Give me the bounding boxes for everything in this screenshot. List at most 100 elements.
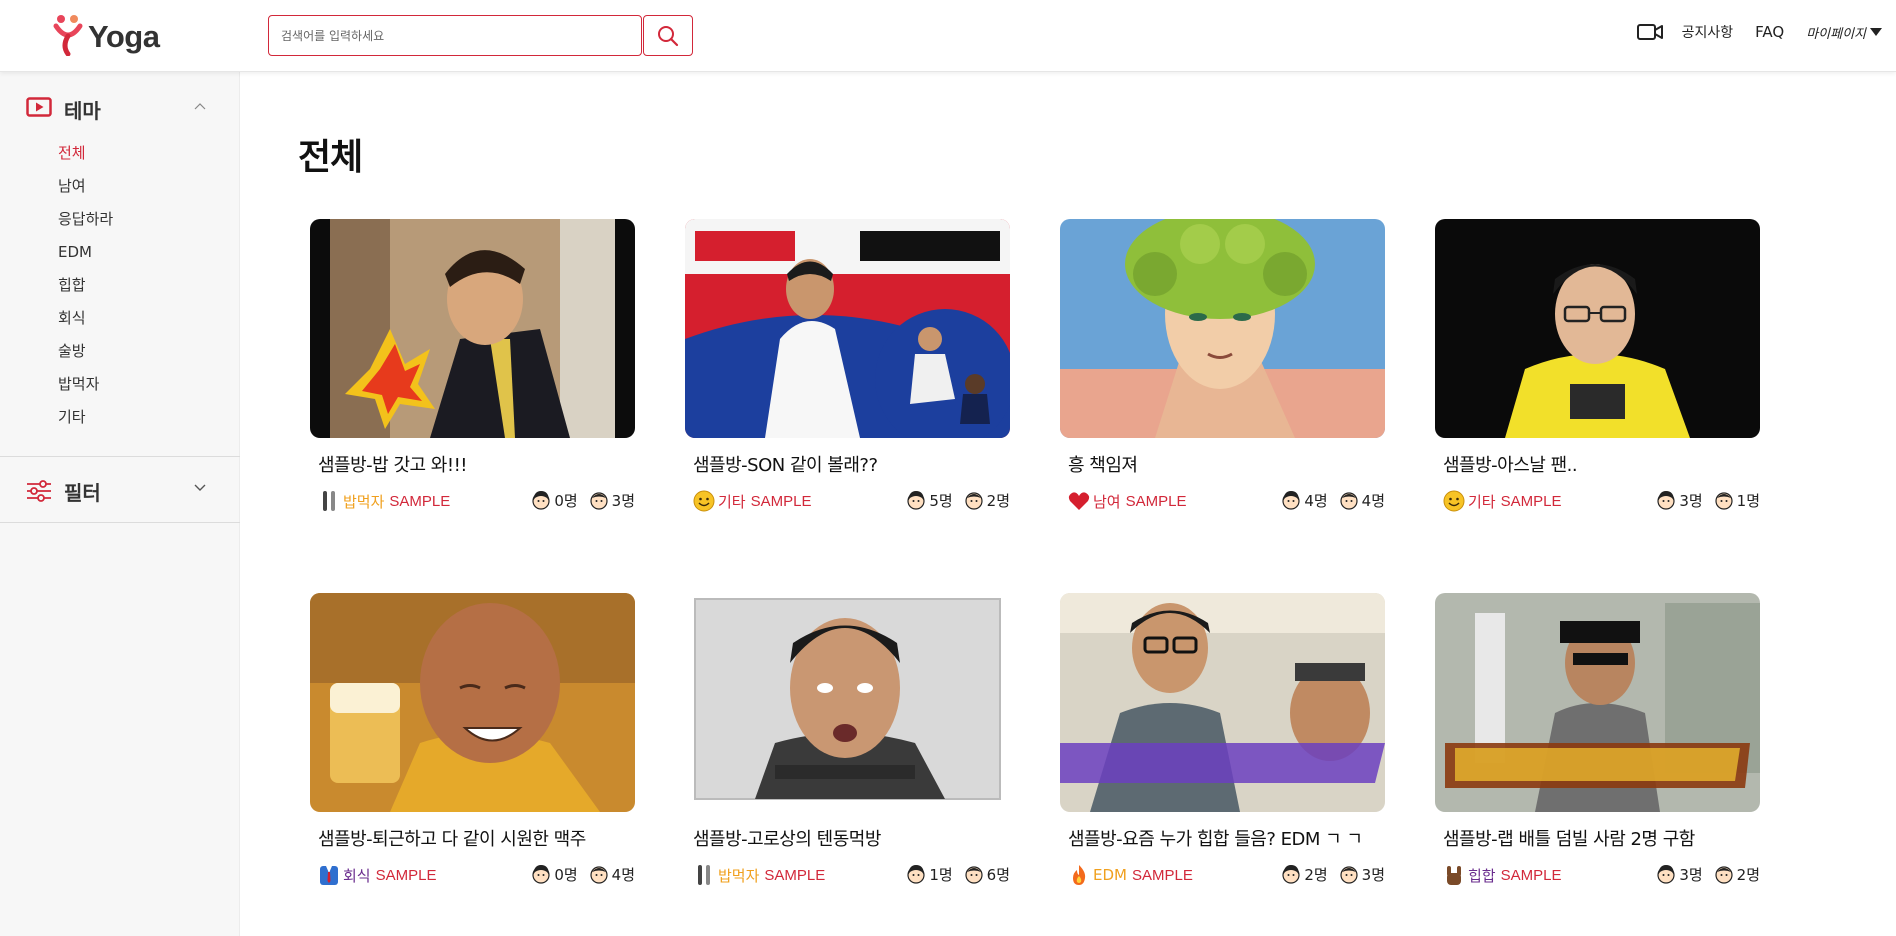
fire-icon [1068,864,1090,886]
rock-hand-icon [1443,864,1465,886]
search-button[interactable] [643,15,693,56]
theme-item-eat[interactable]: 밥먹자 [58,375,113,408]
member-counts: 1명 6명 [905,863,1010,885]
member-counts: 4명 4명 [1280,489,1385,511]
sidebar-divider [0,456,240,457]
nav-faq-link[interactable]: FAQ [1755,23,1784,41]
room-thumbnail [685,593,1010,812]
room-title: 샘플방-고로상의 텐동먹방 [693,829,881,850]
female-face-icon [532,865,550,884]
room-title: 샘플방-요즘 누가 힙합 들음? EDM ㄱ ㄱ [1068,829,1363,850]
room-meta: 밥먹자 SAMPLE 0명 3명 [318,489,635,513]
theme-section-toggle[interactable]: 테마 [0,78,240,138]
nav-mypage-label: 마이페이지 [1806,26,1866,42]
member-counts: 0명 3명 [530,489,635,511]
sample-label: SAMPLE [1500,492,1562,510]
room-card[interactable]: 흥 책임져 남여 SAMPLE 4명 4명 [1060,219,1385,519]
male-count: 2명 [1736,865,1760,884]
search-icon [658,25,679,46]
top-nav: 공지사항 FAQ 마이페이지 [1636,22,1882,42]
room-thumbnail [1435,593,1760,812]
theme-item-edm[interactable]: EDM [58,243,113,276]
male-face-icon [590,492,608,510]
male-face-icon [1715,866,1733,884]
room-title: 흥 책임져 [1068,455,1138,476]
member-counts: 5명 2명 [905,489,1010,511]
room-thumbnail [685,219,1010,438]
search-input[interactable] [268,15,642,56]
room-meta: 힙합 SAMPLE 3명 2명 [1443,863,1760,887]
theme-list: 전체 남여 응답하라 EDM 힙합 회식 술방 밥먹자 기타 [58,144,113,441]
utensils-icon [693,864,715,886]
room-category: 남여 [1093,492,1121,511]
female-face-icon [1282,491,1300,510]
utensils-icon [318,490,340,512]
male-face-icon [965,866,983,884]
theme-item-etc[interactable]: 기타 [58,408,113,441]
male-face-icon [1340,492,1358,510]
theme-item-hoesik[interactable]: 회식 [58,309,113,342]
sidebar: 테마 전체 남여 응답하라 EDM 힙합 회식 술방 밥먹자 기타 필터 [0,72,240,936]
female-face-icon [1657,865,1675,884]
room-meta: 밥먹자 SAMPLE 1명 6명 [693,863,1010,887]
room-card[interactable]: 샘플방-SON 같이 볼래?? 기타 SAMPLE 5명 2명 [685,219,1010,519]
female-face-icon [907,491,925,510]
room-thumbnail [1435,219,1760,438]
male-face-icon [965,492,983,510]
female-count: 3명 [1679,491,1703,510]
theme-item-all[interactable]: 전체 [58,144,113,177]
sample-label: SAMPLE [750,492,812,510]
room-meta: 남여 SAMPLE 4명 4명 [1068,489,1385,513]
male-face-icon [1340,866,1358,884]
nav-mypage-dropdown[interactable]: 마이페이지 [1806,23,1882,42]
room-title: 샘플방-SON 같이 볼래?? [693,455,878,476]
room-category: 힙합 [1468,866,1496,885]
room-card[interactable]: 샘플방-고로상의 텐동먹방 밥먹자 SAMPLE 1명 6명 [685,593,1010,893]
sliders-icon [27,480,51,502]
room-title: 샘플방-밥 갓고 와!!! [318,455,468,476]
room-title: 샘플방-퇴근하고 다 같이 시원한 맥주 [318,829,586,850]
room-card[interactable]: 샘플방-퇴근하고 다 같이 시원한 맥주 회식 SAMPLE 0명 4명 [310,593,635,893]
male-count: 3명 [1361,865,1385,884]
theme-item-namyeo[interactable]: 남여 [58,177,113,210]
sample-label: SAMPLE [389,492,451,510]
room-thumbnail [310,219,635,438]
theme-item-reply[interactable]: 응답하라 [58,210,113,243]
room-title: 샘플방-랩 배틀 덤빌 사람 2명 구함 [1443,829,1695,850]
room-category: EDM [1093,866,1127,884]
suit-icon [318,864,340,886]
member-counts: 0명 4명 [530,863,635,885]
sidebar-divider [0,522,240,523]
filter-section-toggle[interactable]: 필터 [0,460,240,520]
nav-notice-link[interactable]: 공지사항 [1682,22,1734,42]
room-title: 샘플방-아스날 팬.. [1443,455,1578,476]
room-thumbnail [1060,593,1385,812]
room-category: 회식 [343,866,371,885]
member-counts: 3명 2명 [1655,863,1760,885]
female-face-icon [532,491,550,510]
chevron-down-icon [194,484,206,491]
logo[interactable]: Yoga [52,14,160,56]
caret-down-icon [1870,28,1882,36]
male-count: 6명 [986,865,1010,884]
chevron-up-icon [194,103,206,110]
room-thumbnail [1060,219,1385,438]
heart-icon [1068,490,1090,512]
female-count: 3명 [1679,865,1703,884]
theme-item-hiphop[interactable]: 힙합 [58,276,113,309]
sample-label: SAMPLE [764,866,826,884]
room-card[interactable]: 샘플방-아스날 팬.. 기타 SAMPLE 3명 1명 [1435,219,1760,519]
male-count: 4명 [611,865,635,884]
female-face-icon [907,865,925,884]
male-face-icon [1715,492,1733,510]
video-camera-icon[interactable] [1636,22,1664,42]
room-card[interactable]: 샘플방-요즘 누가 힙합 들음? EDM ㄱ ㄱ EDM SAMPLE 2명 3… [1060,593,1385,893]
male-count: 1명 [1736,491,1760,510]
female-count: 1명 [929,865,953,884]
room-category: 기타 [1468,492,1496,511]
theme-item-drinking[interactable]: 술방 [58,342,113,375]
male-face-icon [590,866,608,884]
room-card[interactable]: 샘플방-밥 갓고 와!!! 밥먹자 SAMPLE 0명 3명 [310,219,635,519]
sample-label: SAMPLE [375,866,437,884]
room-card[interactable]: 샘플방-랩 배틀 덤빌 사람 2명 구함 힙합 SAMPLE 3명 2명 [1435,593,1760,893]
